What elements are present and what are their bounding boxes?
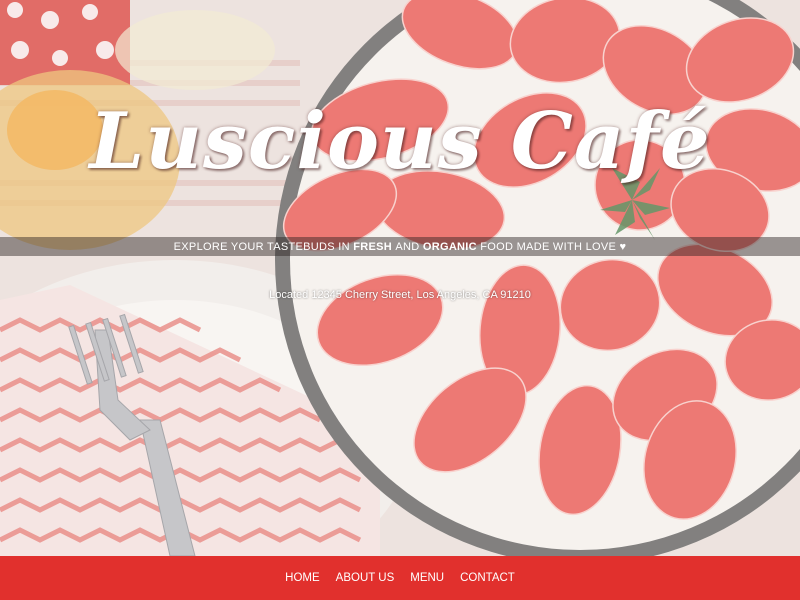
nav-contact[interactable]: CONTACT bbox=[460, 568, 515, 588]
location-text: Located 12345 Cherry Street, Los Angeles… bbox=[269, 289, 531, 301]
hero-section: Luscious Café EXPLORE YOUR TASTEBUDS IN … bbox=[0, 0, 800, 556]
tagline-text-3: FOOD MADE WITH LOVE bbox=[480, 240, 617, 253]
tagline-bar: EXPLORE YOUR TASTEBUDS IN FRESH AND ORGA… bbox=[0, 237, 800, 256]
tagline-bold-organic: ORGANIC bbox=[422, 240, 477, 253]
heart-icon: ♥ bbox=[619, 240, 627, 253]
main-navigation: HOME ABOUT US MENU CONTACT bbox=[0, 556, 800, 600]
brand-title: Luscious Café bbox=[89, 96, 711, 187]
nav-home[interactable]: HOME bbox=[285, 568, 320, 588]
tagline-text-1: EXPLORE YOUR TASTEBUDS IN bbox=[173, 240, 350, 253]
nav-menu[interactable]: MENU bbox=[410, 568, 444, 588]
nav-about-us[interactable]: ABOUT US bbox=[336, 568, 395, 588]
hero-overlay bbox=[0, 0, 800, 556]
tagline-text-2: AND bbox=[395, 240, 420, 253]
tagline-bold-fresh: FRESH bbox=[353, 240, 393, 253]
